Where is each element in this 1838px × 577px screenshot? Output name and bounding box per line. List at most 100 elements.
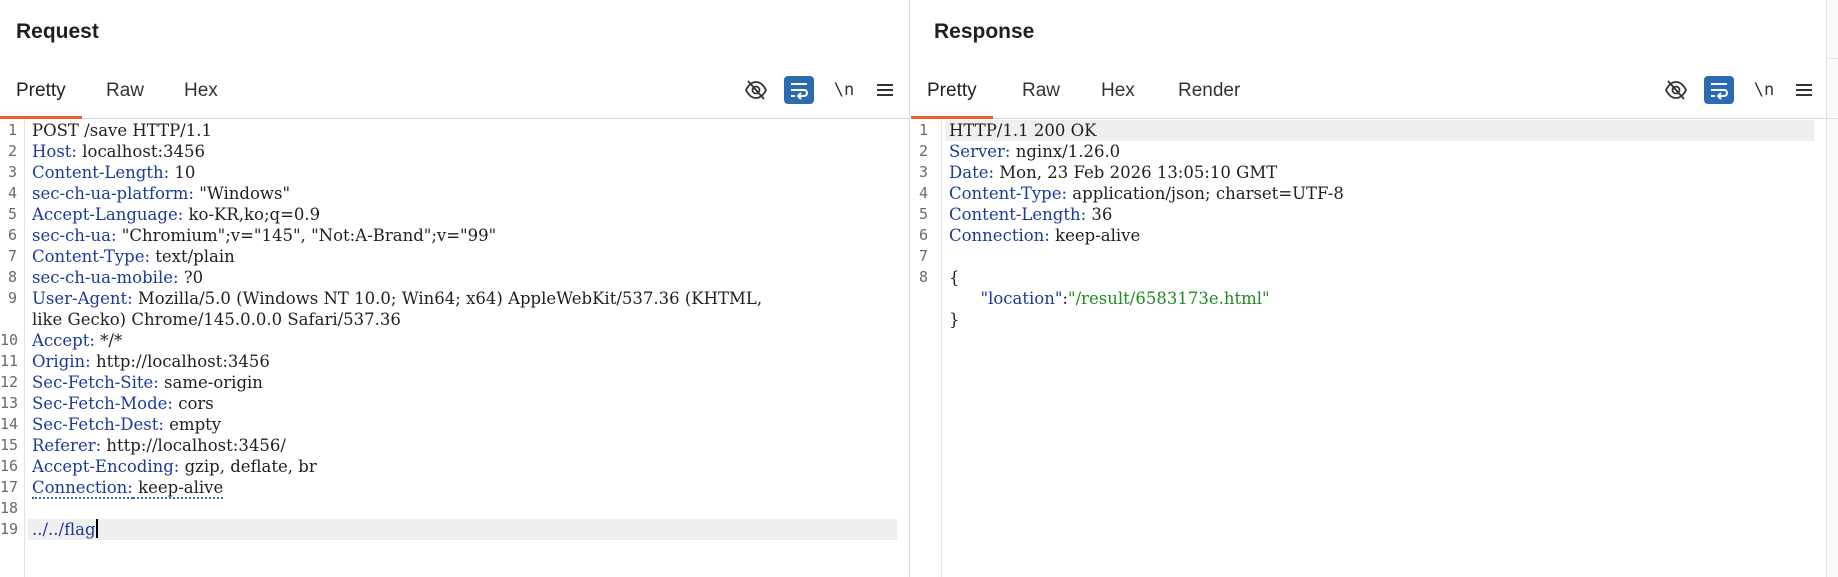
code-line: 18 [0, 498, 909, 519]
line-number: 8 [918, 268, 928, 286]
right-edge-strip [1826, 0, 1838, 577]
line-number: 11 [0, 352, 19, 370]
header-value: http://localhost:3456/ [101, 436, 286, 455]
wrap-lines-icon [791, 83, 808, 100]
code-line: 3 Content-Length: 10 [0, 162, 909, 183]
line-number: 7 [7, 247, 17, 265]
header-name: sec-ch-ua: [32, 226, 117, 245]
header-value: keep-alive [132, 478, 224, 499]
line-number: 9 [7, 289, 17, 307]
code-line: 8 sec-ch-ua-mobile: ?0 [0, 267, 909, 288]
eye-off-icon [1664, 80, 1688, 100]
hide-nonprintable-button[interactable] [1661, 76, 1691, 104]
code-text: Content-Length: 10 [32, 162, 897, 183]
hide-nonprintable-button[interactable] [741, 76, 771, 104]
wrap-lines-button[interactable] [1704, 76, 1734, 104]
header-name: sec-ch-ua-platform: [32, 184, 194, 203]
code-text: Referer: http://localhost:3456/ [32, 435, 897, 456]
line-number: 10 [0, 331, 19, 349]
header-value: Mozilla/5.0 (Windows NT 10.0; Win64; x64… [132, 289, 763, 308]
show-newlines-button[interactable]: \n [1749, 76, 1779, 104]
header-value: keep-alive [1049, 226, 1141, 245]
line-number: 16 [0, 457, 19, 475]
code-line: 9 User-Agent: Mozilla/5.0 (Windows NT 10.… [0, 288, 909, 309]
header-name: Connection: [949, 226, 1050, 245]
code-text: Accept-Language: ko-KR,ko;q=0.9 [32, 204, 897, 225]
newline-label: \n [1753, 80, 1775, 100]
request-menu-button[interactable] [870, 76, 900, 104]
header-value: ?0 [178, 268, 204, 287]
code-line: 1 POST /save HTTP/1.1 [0, 120, 909, 141]
code-text: Date: Mon, 23 Feb 2026 13:05:10 GMT [949, 162, 1814, 183]
header-value: gzip, deflate, br [179, 457, 317, 476]
header-name: Connection: [32, 478, 133, 499]
line-number: 3 [7, 163, 17, 181]
line-number: 4 [918, 184, 928, 202]
wrap-lines-button[interactable] [784, 76, 814, 104]
code-line: 14 Sec-Fetch-Dest: empty [0, 414, 909, 435]
code-line: 5 Content-Length: 36 [911, 204, 1826, 225]
code-text: Server: nginx/1.26.0 [949, 141, 1814, 162]
hamburger-menu-icon [1796, 84, 1812, 96]
line-number: 2 [7, 142, 17, 160]
json-key: "location" [980, 289, 1063, 308]
request-tab-raw[interactable]: Raw [90, 74, 160, 118]
header-name: Accept-Encoding: [32, 457, 180, 476]
line-number: 6 [7, 226, 17, 244]
header-value: ko-KR,ko;q=0.9 [183, 205, 321, 224]
header-name: Sec-Fetch-Dest: [32, 415, 164, 434]
header-value: 36 [1086, 205, 1113, 224]
header-value: empty [163, 415, 222, 434]
show-newlines-button[interactable]: \n [829, 76, 859, 104]
line-number: 12 [0, 373, 19, 391]
code-text: Content-Type: application/json; charset=… [949, 183, 1814, 204]
header-value: } [949, 310, 960, 329]
header-name: Content-Length: [949, 205, 1087, 224]
line-number: 14 [0, 415, 19, 433]
code-line: 13 Sec-Fetch-Mode: cors [0, 393, 909, 414]
line-number: 7 [918, 247, 928, 265]
code-text: Content-Length: 36 [949, 204, 1814, 225]
request-tab-pretty[interactable]: Pretty [0, 74, 82, 119]
code-text: sec-ch-ua-platform: "Windows" [32, 183, 897, 204]
code-line: 11 Origin: http://localhost:3456 [0, 351, 909, 372]
json-value: "/result/6583173e.html" [1067, 289, 1270, 308]
line-number: 2 [918, 142, 928, 160]
line-number: 19 [0, 520, 19, 538]
line-number: 3 [918, 163, 928, 181]
code-line: 17 Connection: keep-alive [0, 477, 909, 499]
code-line: 2 Server: nginx/1.26.0 [911, 141, 1826, 162]
line-number: 17 [0, 478, 19, 496]
code-text: sec-ch-ua-mobile: ?0 [32, 267, 897, 288]
header-name: Accept-Language: [32, 205, 184, 224]
code-line: 10 Accept: */* [0, 330, 909, 351]
code-line: 7 [911, 246, 1826, 267]
header-value: POST /save HTTP/1.1 [32, 121, 212, 140]
header-value: same-origin [158, 373, 263, 392]
response-tab-render[interactable]: Render [1162, 74, 1256, 118]
request-editor[interactable]: 1 POST /save HTTP/1.1 2 Host: localhost:345… [0, 119, 909, 577]
header-value: text/plain [150, 247, 235, 266]
code-text: "location":"/result/6583173e.html" [949, 288, 1814, 309]
request-tab-hex[interactable]: Hex [168, 74, 234, 118]
response-tab-raw[interactable]: Raw [1006, 74, 1076, 118]
code-line: 12 Sec-Fetch-Site: same-origin [0, 372, 909, 393]
response-menu-button[interactable] [1789, 76, 1819, 104]
code-text: Accept-Encoding: gzip, deflate, br [32, 456, 897, 477]
code-line: "location":"/result/6583173e.html" [911, 288, 1826, 309]
header-name: Content-Type: [949, 184, 1068, 203]
header-value: application/json; charset=UTF-8 [1067, 184, 1344, 203]
header-value: */* [94, 331, 123, 350]
line-number: 5 [7, 205, 17, 223]
response-tab-pretty[interactable]: Pretty [911, 74, 993, 119]
code-text: Sec-Fetch-Site: same-origin [32, 372, 897, 393]
header-name: Sec-Fetch-Mode: [32, 394, 173, 413]
response-tab-hex[interactable]: Hex [1085, 74, 1151, 118]
code-line: 1 HTTP/1.1 200 OK [919, 120, 1814, 141]
code-line: 15 Referer: http://localhost:3456/ [0, 435, 909, 456]
code-line: 19 ../../flag [0, 519, 897, 540]
header-name: User-Agent: [32, 289, 133, 308]
line-number: 5 [918, 205, 928, 223]
response-editor[interactable]: 1 HTTP/1.1 200 OK 2 Server: nginx/1.26.0 3 Da… [911, 119, 1826, 577]
header-name: Content-Length: [32, 163, 170, 182]
